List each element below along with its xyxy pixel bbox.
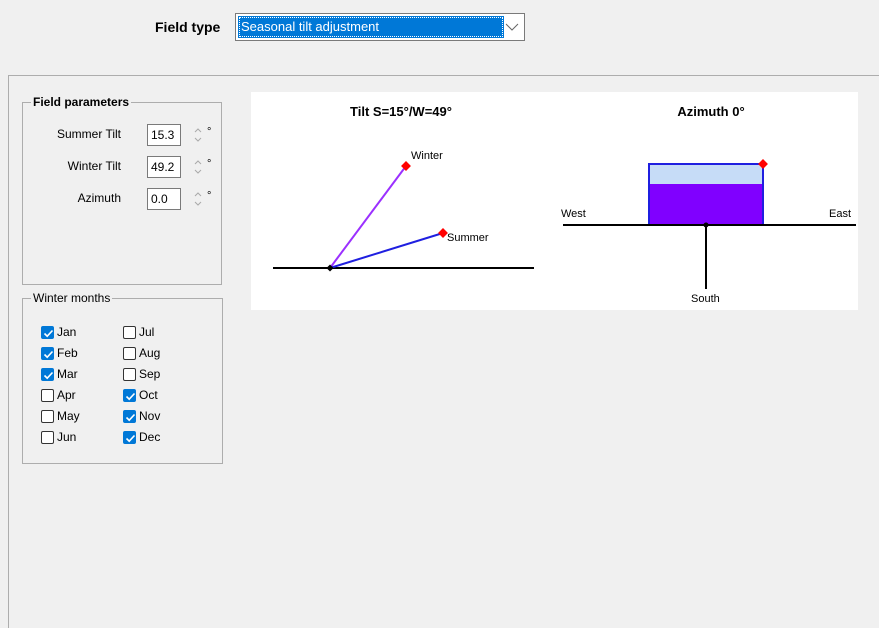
azimuth-panel-top bbox=[649, 164, 763, 184]
azimuth-unit: ° bbox=[207, 190, 212, 202]
summer-tilt-input[interactable]: 15.3 bbox=[147, 124, 181, 146]
field-parameters-legend: Field parameters bbox=[31, 95, 132, 109]
month-label: Feb bbox=[57, 346, 78, 360]
month-label: Mar bbox=[57, 367, 78, 381]
month-label: Apr bbox=[57, 388, 76, 402]
checkbox-checked-icon[interactable] bbox=[41, 367, 54, 381]
azimuth-panel-body bbox=[649, 184, 763, 225]
month-checkbox-jan[interactable]: Jan bbox=[41, 324, 76, 340]
field-parameters-group: Field parameters Summer Tilt 15.3 ° Wint… bbox=[22, 95, 222, 285]
winter-tilt-line bbox=[329, 165, 407, 269]
summer-tilt-unit: ° bbox=[207, 126, 212, 138]
west-label: West bbox=[561, 208, 586, 220]
month-label: May bbox=[57, 409, 80, 423]
month-checkbox-may[interactable]: May bbox=[41, 408, 80, 424]
summer-tilt-line bbox=[329, 232, 444, 269]
month-label: Oct bbox=[139, 388, 158, 402]
month-checkbox-nov[interactable]: Nov bbox=[123, 408, 160, 424]
summer-label: Summer bbox=[447, 232, 489, 244]
main-panel: Field parameters Summer Tilt 15.3 ° Wint… bbox=[8, 75, 879, 628]
azimuth-label: Azimuth bbox=[77, 191, 121, 205]
winter-months-legend: Winter months bbox=[31, 291, 113, 305]
month-label: Dec bbox=[139, 430, 161, 444]
field-type-selected-value: Seasonal tilt adjustment bbox=[238, 16, 504, 38]
checkbox-unchecked-icon[interactable] bbox=[41, 388, 54, 402]
checkbox-checked-icon[interactable] bbox=[41, 346, 54, 360]
month-checkbox-oct[interactable]: Oct bbox=[123, 387, 158, 403]
month-label: Jun bbox=[57, 430, 77, 444]
month-label: Jan bbox=[57, 325, 77, 339]
orientation-diagram: Tilt S=15°/W=49° Azimuth 0° Winter Summe… bbox=[251, 92, 858, 310]
checkbox-unchecked-icon[interactable] bbox=[123, 346, 136, 360]
winter-tilt-input[interactable]: 49.2 bbox=[147, 156, 181, 178]
diagram-canvas bbox=[273, 159, 856, 289]
checkbox-checked-icon[interactable] bbox=[123, 388, 136, 402]
month-label: Jul bbox=[139, 325, 155, 339]
field-type-label: Field type bbox=[155, 19, 221, 35]
month-label: Aug bbox=[139, 346, 161, 360]
checkbox-unchecked-icon[interactable] bbox=[41, 409, 54, 423]
checkbox-checked-icon[interactable] bbox=[123, 409, 136, 423]
azimuth-spinner-icon[interactable] bbox=[193, 188, 203, 210]
east-label: East bbox=[829, 208, 852, 220]
field-type-dropdown[interactable]: Seasonal tilt adjustment bbox=[235, 13, 525, 41]
month-checkbox-jul[interactable]: Jul bbox=[123, 324, 154, 340]
checkbox-unchecked-icon[interactable] bbox=[41, 430, 54, 444]
month-checkbox-jun[interactable]: Jun bbox=[41, 429, 76, 445]
summer-tilt-spinner-icon[interactable] bbox=[193, 124, 203, 146]
checkbox-unchecked-icon[interactable] bbox=[123, 325, 136, 339]
month-checkbox-sep[interactable]: Sep bbox=[123, 366, 160, 382]
month-checkbox-apr[interactable]: Apr bbox=[41, 387, 76, 403]
chevron-down-icon bbox=[505, 23, 519, 31]
checkbox-checked-icon[interactable] bbox=[123, 430, 136, 444]
checkbox-unchecked-icon[interactable] bbox=[123, 367, 136, 381]
azimuth-input[interactable]: 0.0 bbox=[147, 188, 181, 210]
month-label: Nov bbox=[139, 409, 161, 423]
month-label: Sep bbox=[139, 367, 161, 381]
month-checkbox-dec[interactable]: Dec bbox=[123, 429, 160, 445]
winter-tilt-spinner-icon[interactable] bbox=[193, 156, 203, 178]
south-label: South bbox=[691, 293, 720, 305]
winter-tilt-unit: ° bbox=[207, 158, 212, 170]
summer-tilt-label: Summer Tilt bbox=[56, 127, 121, 141]
azimuth-pivot bbox=[703, 222, 709, 228]
winter-tilt-label: Winter Tilt bbox=[67, 159, 121, 173]
winter-months-group: Winter months Jan Feb Mar Apr May Jun Jul Aug Se… bbox=[22, 291, 223, 464]
checkbox-checked-icon[interactable] bbox=[41, 325, 54, 339]
month-checkbox-mar[interactable]: Mar bbox=[41, 366, 78, 382]
month-checkbox-aug[interactable]: Aug bbox=[123, 345, 160, 361]
month-checkbox-feb[interactable]: Feb bbox=[41, 345, 78, 361]
winter-label: Winter bbox=[411, 150, 443, 162]
